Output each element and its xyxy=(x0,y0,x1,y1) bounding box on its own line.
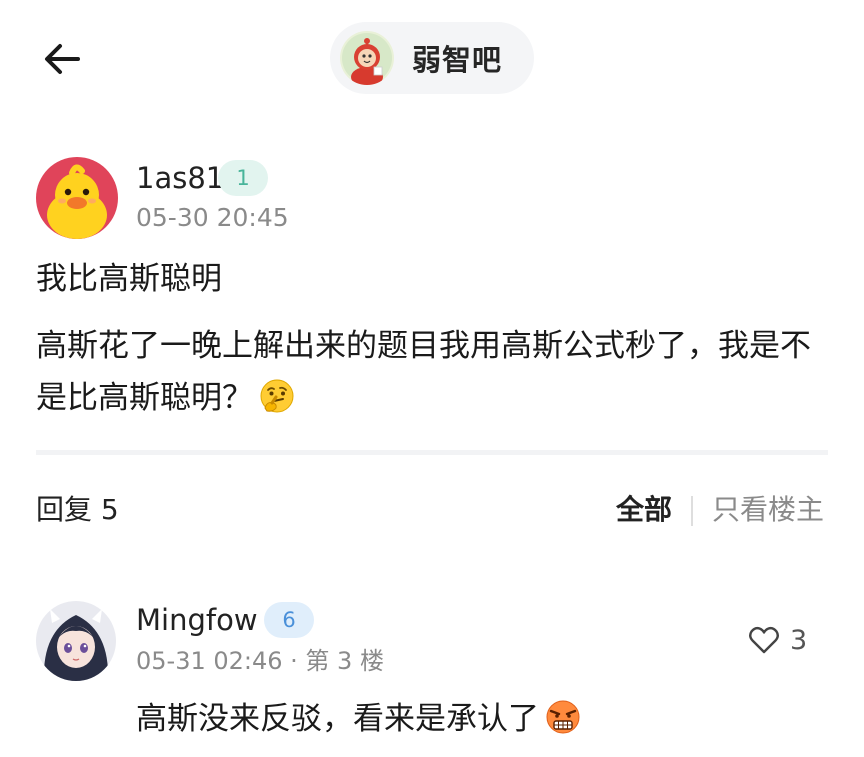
section-divider xyxy=(36,450,828,455)
post-timestamp: 05-30 20:45 xyxy=(136,203,289,232)
commenter-avatar[interactable] xyxy=(36,601,116,681)
yellow-duck-avatar xyxy=(36,157,118,239)
back-button[interactable] xyxy=(36,36,88,82)
reply-count: 回复 5 xyxy=(36,493,119,526)
comment-meta: 05-31 02:46 · 第 3 楼 xyxy=(136,643,384,679)
forum-name: 弱智吧 xyxy=(412,43,503,77)
arrow-left-icon xyxy=(45,44,80,74)
post-body: 高斯花了一晚上解出来的题目我用高斯公式秒了，我是不是比高斯聪明？ xyxy=(36,320,826,430)
author-avatar[interactable] xyxy=(36,157,118,239)
author-name[interactable]: 1as81 xyxy=(136,158,224,198)
like-button[interactable]: 3 xyxy=(748,620,807,660)
filter-all-tab[interactable]: 全部 xyxy=(616,490,672,530)
angry-face-emoji xyxy=(545,699,581,748)
heart-outline-icon xyxy=(749,626,779,654)
filter-separator xyxy=(691,496,693,526)
filter-op-only-tab[interactable]: 只看楼主 xyxy=(712,490,824,530)
thinking-face-emoji xyxy=(259,378,295,430)
commenter-level-badge: 6 xyxy=(264,602,314,638)
comment-timestamp: 05-31 02:46 xyxy=(136,647,283,675)
comment-floor: 第 3 楼 xyxy=(305,647,384,675)
forum-header-pill[interactable]: 弱智吧 xyxy=(330,22,534,94)
teletubby-avatar xyxy=(340,31,394,85)
post-body-text: 高斯花了一晚上解出来的题目我用高斯公式秒了，我是不是比高斯聪明？ xyxy=(36,328,811,416)
comment-text: 高斯没来反驳，看来是承认了 xyxy=(136,696,581,748)
commenter-name[interactable]: Mingfow xyxy=(136,600,258,640)
anime-girl-avatar xyxy=(36,601,116,681)
like-count: 3 xyxy=(790,624,808,656)
post-title: 我比高斯聪明 xyxy=(36,261,222,297)
meta-separator: · xyxy=(282,647,306,675)
author-level-badge: 1 xyxy=(218,160,268,196)
comment-text-body: 高斯没来反驳，看来是承认了 xyxy=(136,701,539,737)
